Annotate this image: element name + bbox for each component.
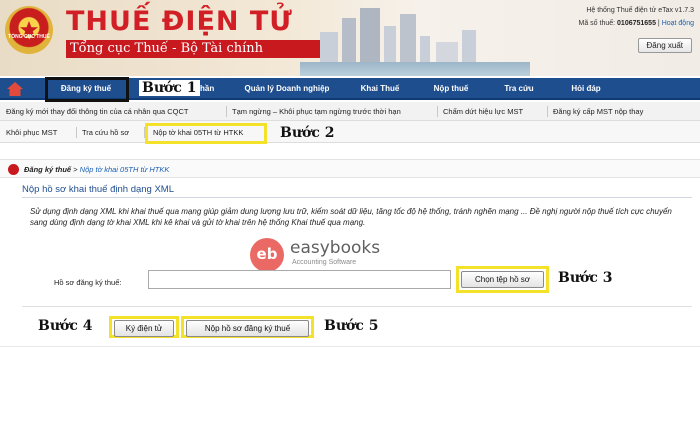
- system-info: Hệ thống Thuế điện tử eTax v1.7.3: [586, 7, 694, 14]
- breadcrumb: Đăng ký thuế > Nộp tờ khai 05TH từ HTKK: [0, 159, 700, 178]
- page-description: Sử dụng định dạng XML khi khai thuế qua …: [30, 207, 672, 227]
- sub-item-restore-mst[interactable]: Khôi phục MST: [6, 123, 57, 142]
- sign-button[interactable]: Ký điện tử: [114, 320, 174, 337]
- breadcrumb-parent[interactable]: Đăng ký thuế: [24, 165, 71, 174]
- home-icon[interactable]: [6, 81, 24, 97]
- brand-title: THUẾ ĐIỆN TỬ: [66, 6, 293, 37]
- easybooks-watermark: eb easybooks Accounting Software: [250, 238, 390, 272]
- submit-dossier-button[interactable]: Nộp hồ sơ đăng ký thuế: [186, 320, 309, 337]
- watermark-name: easybooks: [290, 238, 381, 258]
- choose-file-button[interactable]: Chọn tệp hồ sơ: [461, 271, 544, 288]
- watermark-tagline: Accounting Software: [292, 259, 357, 266]
- logout-button[interactable]: Đăng xuất: [637, 38, 692, 53]
- breadcrumb-current: Nộp tờ khai 05TH từ HTKK: [79, 165, 170, 174]
- taxcode-value: 0106751655: [617, 20, 656, 27]
- sub-nav-row-2: Khôi phục MST Tra cứu hồ sơ Nộp tờ khai …: [0, 121, 700, 143]
- header-account-info: Hệ thống Thuế điện tử eTax v1.7.3 Mã số …: [579, 4, 695, 30]
- nav-tab-partial[interactable]: hần: [200, 78, 218, 100]
- nav-tab-khai-thue[interactable]: Khai Thuế: [350, 78, 410, 100]
- taxcode-label: Mã số thuế:: [578, 20, 616, 27]
- step2-label: Bước 2: [280, 125, 335, 141]
- nav-tab-hoi-dap[interactable]: Hỏi đáp: [556, 78, 616, 100]
- step2-highlight-box: [145, 123, 267, 144]
- status-link[interactable]: Hoạt động: [662, 20, 694, 27]
- step3-label: Bước 3: [558, 270, 613, 286]
- step4-label: Bước 4: [38, 318, 93, 334]
- breadcrumb-icon: [8, 164, 19, 175]
- breadcrumb-separator: >: [71, 165, 80, 174]
- bottom-divider: [0, 346, 700, 347]
- nav-tab-tra-cuu[interactable]: Tra cứu: [492, 78, 546, 100]
- sub-item-suspend-restore[interactable]: Tạm ngừng – Khôi phục tạm ngừng trước th…: [232, 102, 401, 121]
- sub-nav-row-1: Đăng ký mới thay đổi thông tin của cá nh…: [0, 102, 700, 121]
- file-field-label: Hồ sơ đăng ký thuế:: [54, 278, 122, 287]
- easybooks-logo-icon: eb: [250, 238, 284, 272]
- site-header: TỔNG CỤC THUẾ THUẾ ĐIỆN TỬ Tổng cục Thuế…: [0, 0, 700, 76]
- sub-item-terminate-mst[interactable]: Chấm dứt hiệu lực MST: [443, 102, 523, 121]
- nav-tab-quan-ly-doanh-nghiep[interactable]: Quản lý Doanh nghiệp: [240, 78, 334, 100]
- step5-label: Bước 5: [324, 318, 379, 334]
- step1-highlight-box: [45, 77, 129, 102]
- city-skyline-banner: [300, 0, 530, 76]
- brand-subtitle: Tổng cục Thuế - Bộ Tài chính: [66, 40, 326, 58]
- emblem-label: TỔNG CỤC THUẾ: [8, 34, 50, 40]
- national-emblem-icon: TỔNG CỤC THUẾ: [5, 6, 53, 54]
- nav-tab-nop-thue[interactable]: Nộp thuế: [424, 78, 478, 100]
- sub-item-lookup-dossier[interactable]: Tra cứu hồ sơ: [82, 123, 129, 142]
- form-divider: [22, 306, 692, 307]
- step1-label: Bước 1: [139, 80, 200, 96]
- page-title: Nộp hồ sơ khai thuế định dạng XML: [22, 184, 174, 195]
- sub-item-register-mst-on-behalf[interactable]: Đăng ký cấp MST nộp thay: [553, 102, 643, 121]
- title-divider: [22, 197, 692, 198]
- sub-item-register-change-info[interactable]: Đăng ký mới thay đổi thông tin của cá nh…: [6, 102, 189, 121]
- file-path-input[interactable]: [148, 270, 451, 289]
